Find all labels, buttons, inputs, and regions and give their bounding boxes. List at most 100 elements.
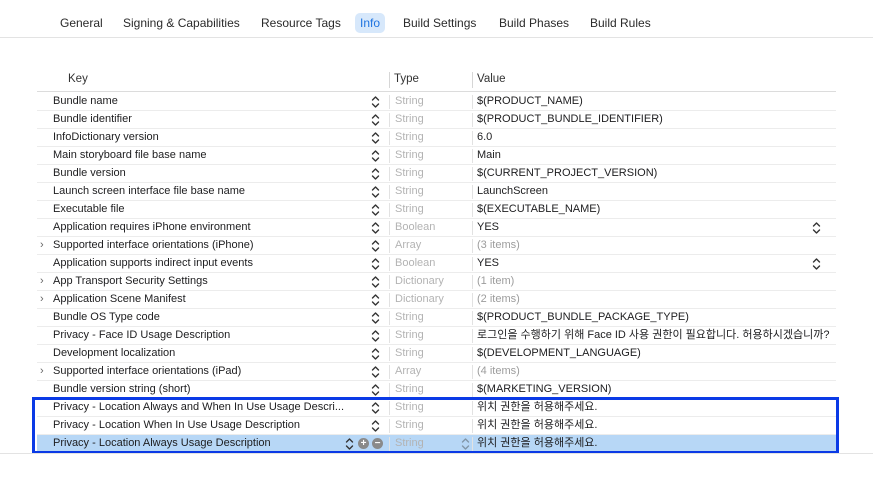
plist-row[interactable]: Privacy - Location When In Use Usage Des… [37,417,836,435]
row-key[interactable]: Privacy - Face ID Usage Description [53,327,365,344]
type-stepper-icon[interactable] [461,437,470,451]
plist-row[interactable]: Application supports indirect input even… [37,255,836,273]
row-type[interactable]: String [395,111,424,128]
key-stepper-icon[interactable] [345,437,354,451]
row-type[interactable]: Dictionary [395,291,444,308]
plist-row[interactable]: Bundle identifier String $(PRODUCT_BUNDLE_… [37,111,836,129]
row-value[interactable]: YES [477,219,499,236]
row-value[interactable]: 위치 권한을 허용해주세요. [477,417,598,434]
value-stepper-icon[interactable] [812,257,821,271]
key-stepper-icon[interactable] [371,347,380,361]
key-stepper-icon[interactable] [371,239,380,253]
row-value[interactable]: $(MARKETING_VERSION) [477,381,611,398]
row-type[interactable]: String [395,201,424,218]
row-value[interactable]: (2 items) [477,291,520,308]
column-header-key[interactable]: Key [68,73,88,85]
row-value[interactable]: $(PRODUCT_BUNDLE_IDENTIFIER) [477,111,663,128]
plist-row[interactable]: Privacy - Face ID Usage Description Strin… [37,327,836,345]
key-stepper-icon[interactable] [371,293,380,307]
row-type[interactable]: String [395,327,424,344]
row-key[interactable]: Application requires iPhone environment [53,219,365,236]
row-value[interactable]: 위치 권한을 허용해주세요. [477,435,598,452]
plist-row[interactable]: › Application Scene Manifest Dictionary (2 … [37,291,836,309]
row-type[interactable]: String [395,381,424,398]
row-value[interactable]: $(EXECUTABLE_NAME) [477,201,600,218]
row-value[interactable]: $(CURRENT_PROJECT_VERSION) [477,165,657,182]
tab-build-phases[interactable]: Build Phases [494,13,574,33]
row-type[interactable]: Array [395,363,421,380]
row-type[interactable]: String [395,435,424,452]
plist-row[interactable]: Application requires iPhone environment B… [37,219,836,237]
row-key[interactable]: Launch screen interface file base name [53,183,365,200]
key-stepper-icon[interactable] [371,419,380,433]
row-type[interactable]: Dictionary [395,273,444,290]
row-key[interactable]: Development localization [53,345,365,362]
key-stepper-icon[interactable] [371,131,380,145]
remove-row-icon[interactable]: − [372,438,383,449]
row-value[interactable]: 6.0 [477,129,492,146]
key-stepper-icon[interactable] [371,275,380,289]
key-stepper-icon[interactable] [371,149,380,163]
plist-row[interactable]: Bundle version string (short) String $(MAR… [37,381,836,399]
row-key[interactable]: InfoDictionary version [53,129,365,146]
key-stepper-icon[interactable] [371,401,380,415]
tab-build-settings[interactable]: Build Settings [398,13,481,33]
row-type[interactable]: Array [395,237,421,254]
row-type[interactable]: String [395,129,424,146]
tab-resource-tags[interactable]: Resource Tags [256,13,346,33]
row-value[interactable]: (4 items) [477,363,520,380]
key-stepper-icon[interactable] [371,329,380,343]
row-value[interactable]: $(PRODUCT_BUNDLE_PACKAGE_TYPE) [477,309,689,326]
plist-row[interactable]: InfoDictionary version String 6.0 [37,129,836,147]
row-key[interactable]: Executable file [53,201,365,218]
tab-info[interactable]: Info [355,13,386,33]
row-key[interactable]: App Transport Security Settings [53,273,365,290]
row-type[interactable]: String [395,417,424,434]
row-type[interactable]: String [395,309,424,326]
row-value[interactable]: 로그인을 수행하기 위해 Face ID 사용 권한이 필요합니다. 허용하시겠… [477,327,829,344]
plist-row[interactable]: › App Transport Security Settings Dictiona… [37,273,836,291]
row-value[interactable]: LaunchScreen [477,183,548,200]
plist-row[interactable]: › Supported interface orientations (iPad)… [37,363,836,381]
plist-row[interactable]: Bundle OS Type code String $(PRODUCT_BUNDL… [37,309,836,327]
row-type[interactable]: String [395,147,424,164]
key-stepper-icon[interactable] [371,95,380,109]
chevron-right-icon[interactable]: › [40,363,50,380]
plist-row[interactable]: Main storyboard file base name String Main [37,147,836,165]
row-key[interactable]: Privacy - Location When In Use Usage Des… [53,417,365,434]
row-key[interactable]: Bundle version [53,165,365,182]
row-value[interactable]: (1 item) [477,273,514,290]
row-key[interactable]: Privacy - Location Always Usage Descript… [53,435,365,452]
row-key[interactable]: Bundle version string (short) [53,381,365,398]
row-key[interactable]: Bundle name [53,93,365,110]
row-type[interactable]: Boolean [395,255,435,272]
plist-row[interactable]: Privacy - Location Always and When In Us… [37,399,836,417]
key-stepper-icon[interactable] [371,257,380,271]
row-type[interactable]: Boolean [395,219,435,236]
key-stepper-icon[interactable] [371,113,380,127]
row-type[interactable]: String [395,399,424,416]
plist-row[interactable]: Executable file String $(EXECUTABLE_NAME) [37,201,836,219]
row-key[interactable]: Bundle identifier [53,111,365,128]
row-value[interactable]: 위치 권한을 허용해주세요. [477,399,598,416]
row-key[interactable]: Main storyboard file base name [53,147,365,164]
plist-row[interactable]: › Supported interface orientations (iPhon… [37,237,836,255]
row-type[interactable]: String [395,93,424,110]
row-key[interactable]: Privacy - Location Always and When In Us… [53,399,365,416]
plist-row[interactable]: Development localization String $(DEVELOPM… [37,345,836,363]
tab-signing-capabilities[interactable]: Signing & Capabilities [118,13,245,33]
chevron-right-icon[interactable]: › [40,273,50,290]
row-value[interactable]: $(DEVELOPMENT_LANGUAGE) [477,345,641,362]
key-stepper-icon[interactable] [371,203,380,217]
key-stepper-icon[interactable] [371,167,380,181]
chevron-right-icon[interactable]: › [40,237,50,254]
key-stepper-icon[interactable] [371,365,380,379]
plist-row[interactable]: Launch screen interface file base name St… [37,183,836,201]
row-key[interactable]: Application Scene Manifest [53,291,365,308]
row-value[interactable]: $(PRODUCT_NAME) [477,93,583,110]
row-type[interactable]: String [395,183,424,200]
row-key[interactable]: Application supports indirect input even… [53,255,365,272]
add-row-icon[interactable]: + [358,438,369,449]
row-value[interactable]: (3 items) [477,237,520,254]
row-type[interactable]: String [395,345,424,362]
